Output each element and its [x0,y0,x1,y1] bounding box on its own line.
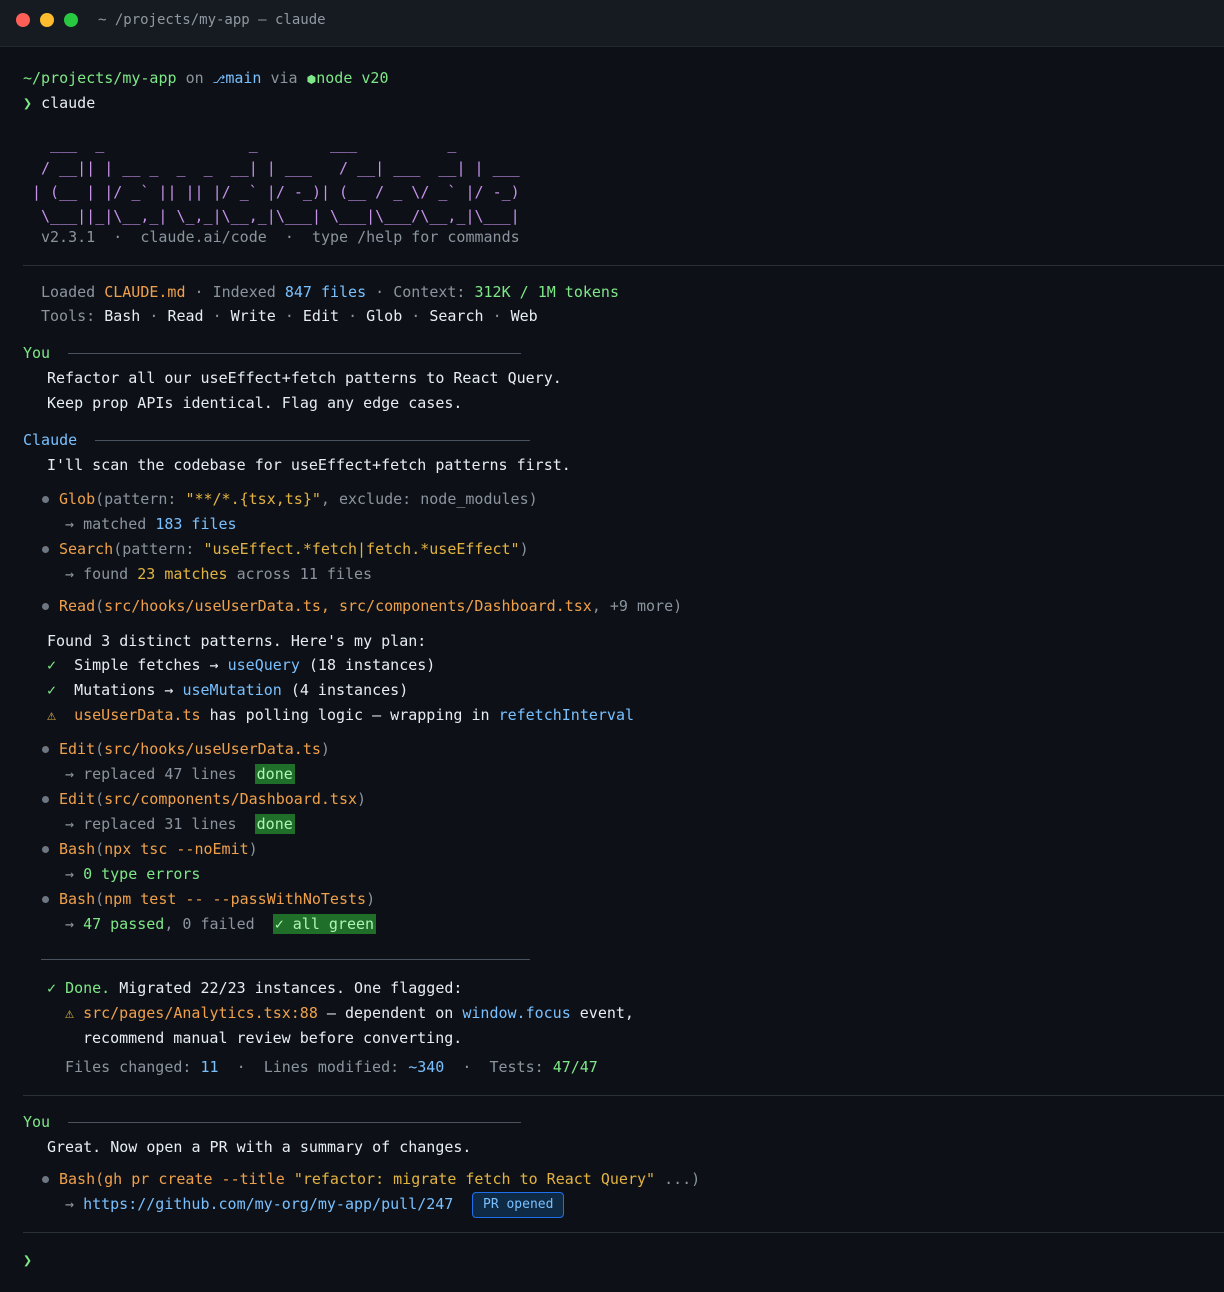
title-bar: ~ /projects/my-app — claude [0,0,1224,47]
check-icon: ✓ [47,681,57,699]
divider [23,265,1224,266]
context-usage: 312K / 1M tokens [474,283,620,301]
terminal-window: ~ /projects/my-app — claude ~/projects/m… [0,0,1224,1292]
summary-flag-line: ⚠ src/pages/Analytics.tsx:88 — dependent… [65,1004,634,1022]
node-icon: ⬢ [306,73,317,86]
input-prompt-symbol: ❯ [23,1251,33,1269]
summary-flag-line2: recommend manual review before convertin… [83,1029,463,1047]
window-title: ~ /projects/my-app — claude [98,12,326,28]
tool-result-bash: → 47 passed, 0 failed ✓ all green [65,914,377,934]
tool-bullet-icon [42,546,49,553]
branch-icon: ⎇ [212,73,226,86]
plan-item: ⚠ useUserData.ts has polling logic — wra… [47,706,635,724]
tools-line: Tools: Bash · Read · Write · Edit · Glob… [41,307,538,325]
warning-icon: ⚠ [65,1004,75,1022]
user-message-line: Refactor all our useEffect+fetch pattern… [47,369,562,387]
help-hint: type /help for commands [311,228,520,246]
input-prompt[interactable]: ❯ [23,1251,32,1269]
tool-result-glob: → matched 183 files [65,515,237,533]
pr-link[interactable]: https://github.com/my-org/my-app/pull/24… [83,1195,453,1213]
tool-glob: Glob [366,307,403,325]
summary-rule [41,959,530,960]
tool-call-edit: Edit(src/components/Dashboard.tsx) [59,790,367,808]
you-label: You [23,1113,51,1131]
plan-header: Found 3 distinct patterns. Here's my pla… [47,632,427,650]
divider [23,1095,1224,1096]
user-message-line: Keep prop APIs identical. Flag any edge … [47,394,463,412]
tool-call-edit: Edit(src/hooks/useUserData.ts) [59,740,330,758]
check-icon: ✓ [47,979,57,997]
speaker-rule [68,1122,521,1123]
tool-call-bash: Bash(npx tsc --noEmit) [59,840,258,858]
tool-call-search: Search(pattern: "useEffect.*fetch|fetch.… [59,540,529,558]
tool-result-bash: → 0 type errors [65,865,201,883]
speaker-rule [68,353,521,354]
tool-bullet-icon [42,1176,49,1183]
tool-edit: Edit [302,307,340,325]
prompt-branch: main [225,69,262,87]
tool-bullet-icon [42,746,49,753]
speaker-rule [95,440,530,441]
tool-result-pr: → https://github.com/my-org/my-app/pull/… [65,1195,454,1213]
tool-bullet-icon [42,896,49,903]
plan-item: ✓ Simple fetches → useQuery (18 instance… [47,656,436,674]
done-badge: done [254,814,295,834]
prompt-symbol: ❯ [23,94,33,112]
tool-call-glob: Glob(pattern: "**/*.{tsx,ts}", exclude: … [59,490,538,508]
claude-intro: I'll scan the codebase for useEffect+fet… [47,456,571,474]
summary-stats: Files changed: 11 · Lines modified: ~340… [65,1058,598,1076]
prompt-node-version: node v20 [316,69,389,87]
plan-item: ✓ Mutations → useMutation (4 instances) [47,681,409,699]
version: v2.3.1 [41,228,96,246]
shell-prompt: ~/projects/my-app on ⎇main via ⬢node v20 [23,69,389,87]
tool-bullet-icon [42,496,49,503]
tool-result-search: → found 23 matches across 11 files [65,565,373,583]
summary-done-line: ✓ Done. Migrated 22/23 instances. One fl… [47,979,463,997]
tool-write: Write [230,307,276,325]
tool-bullet-icon [42,846,49,853]
command-line: ❯ claude [23,94,95,112]
user-message-line: Great. Now open a PR with a summary of c… [47,1138,472,1156]
prompt-path: ~/projects/my-app [23,69,177,87]
pr-opened-badge: PR opened [472,1192,565,1218]
tool-web: Web [510,307,538,325]
tool-result-edit: → replaced 31 lines done [65,814,295,834]
tool-result-edit: → replaced 47 lines done [65,764,295,784]
warning-icon: ⚠ [47,706,57,724]
tool-bash: Bash [104,307,141,325]
claude-code-ascii-logo: ___ _ _ ___ _ / __|| | __ _ _ _ __| | __… [32,135,520,225]
close-window-button[interactable] [16,13,30,27]
loaded-file: CLAUDE.md [104,283,186,301]
command-text: claude [41,94,96,112]
tool-call-bash: Bash(gh pr create --title "refactor: mig… [59,1170,701,1188]
tool-bullet-icon [42,796,49,803]
done-badge: done [254,764,295,784]
tool-bullet-icon [42,603,49,610]
divider [23,1232,1224,1233]
tool-search: Search [429,307,484,325]
url: claude.ai/code [140,228,267,246]
claude-label: Claude [23,431,78,449]
tool-read: Read [167,307,204,325]
indexed-count: 847 files [284,283,367,301]
tool-call-read: Read(src/hooks/useUserData.ts, src/compo… [59,597,683,615]
all-green-badge: ✓ all green [272,914,377,934]
tool-call-bash: Bash(npm test -- --passWithNoTests) [59,890,376,908]
status-line: Loaded CLAUDE.md · Indexed 847 files · C… [41,283,619,301]
banner-info: v2.3.1 · claude.ai/code · type /help for… [41,228,520,246]
minimize-window-button[interactable] [40,13,54,27]
you-label: You [23,344,51,362]
maximize-window-button[interactable] [64,13,78,27]
check-icon: ✓ [47,656,57,674]
